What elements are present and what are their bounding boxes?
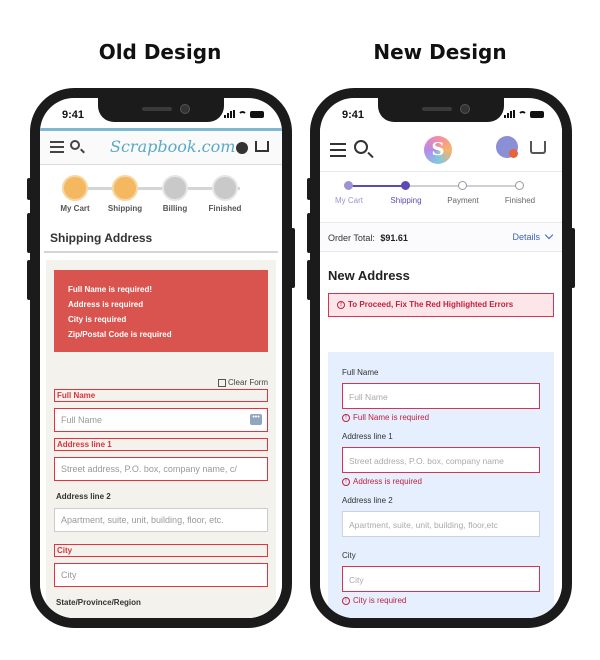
page-title: New Address: [328, 268, 410, 283]
signal-icon: [504, 110, 515, 118]
full-name-input[interactable]: Full Name •••: [54, 408, 268, 432]
old-design-phone: 9:41 Scrapbook.com My Cart Shipping Bill…: [27, 88, 295, 628]
old-design-heading: Old Design: [98, 40, 222, 64]
address-line-2-input[interactable]: Apartment, suite, unit, building, floor,…: [342, 511, 540, 537]
city-error: ! City is required: [342, 596, 540, 605]
order-total-bar: Order Total: $91.61 Details: [320, 222, 562, 252]
order-total-value: $91.61: [380, 233, 408, 243]
autofill-icon[interactable]: •••: [250, 414, 262, 425]
step-finished[interactable]: Finished: [200, 175, 250, 213]
step-shipping[interactable]: Shipping: [100, 175, 150, 213]
checkout-steps: My Cart Shipping Payment Finished: [320, 178, 562, 216]
address-line-1-label: Address line 1: [342, 432, 393, 441]
user-icon[interactable]: [236, 142, 248, 154]
cart-icon: [62, 175, 88, 201]
error-banner: ! To Proceed, Fix The Red Highlighted Err…: [328, 293, 554, 317]
heart-icon: [212, 175, 238, 201]
error-box: Full Name is required! Address is requir…: [54, 270, 268, 352]
status-time: 9:41: [62, 109, 85, 121]
wifi-icon: [238, 111, 247, 118]
step-label-payment[interactable]: Payment: [433, 196, 493, 205]
old-screen: 9:41 Scrapbook.com My Cart Shipping Bill…: [40, 98, 282, 618]
step-label-my-cart[interactable]: My Cart: [320, 196, 379, 205]
order-total-label: Order Total:: [328, 233, 375, 243]
step-billing[interactable]: Billing: [150, 175, 200, 213]
search-icon[interactable]: [70, 140, 80, 150]
details-toggle[interactable]: Details: [512, 230, 554, 242]
city-label: City: [54, 544, 268, 557]
step-dot-payment[interactable]: [458, 181, 467, 190]
checkout-steps: My Cart Shipping Billing Finished: [40, 175, 282, 225]
error-icon: !: [342, 413, 350, 422]
step-dot-my-cart[interactable]: [344, 181, 353, 190]
old-header: Scrapbook.com: [40, 131, 282, 165]
step-dot-finished[interactable]: [515, 181, 524, 190]
checkbox-icon[interactable]: [217, 378, 226, 387]
battery-icon: [530, 111, 544, 118]
error-icon: !: [342, 477, 350, 486]
search-icon[interactable]: [354, 140, 368, 154]
error-icon: !: [337, 300, 345, 309]
cart-icon[interactable]: [530, 141, 546, 154]
battery-icon: [250, 111, 264, 118]
city-input[interactable]: City: [54, 563, 268, 587]
status-time: 9:41: [342, 109, 365, 121]
address-line-1-label: Address line 1: [54, 438, 268, 451]
logo[interactable]: Scrapbook.com: [110, 137, 235, 156]
new-design-phone: 9:41 S My Cart Shipping Payment Finished…: [307, 88, 575, 628]
user-icon[interactable]: [496, 136, 518, 158]
chevron-down-icon: [544, 230, 554, 240]
address-line-2-input[interactable]: Apartment, suite, unit, building, floor,…: [54, 508, 268, 532]
new-screen: 9:41 S My Cart Shipping Payment Finished…: [320, 98, 562, 618]
full-name-error: ! Full Name is required: [342, 413, 540, 422]
new-address-form: Full Name Full Name ! Full Name is requir…: [328, 352, 554, 618]
address-line-1-error: ! Address is required: [342, 477, 540, 486]
menu-icon[interactable]: [330, 143, 346, 161]
new-header: S: [320, 128, 562, 172]
wifi-icon: [518, 111, 527, 118]
clear-form-checkbox[interactable]: Clear Form: [54, 378, 268, 387]
state-label: State/Province/Region: [56, 598, 141, 607]
step-label-shipping[interactable]: Shipping: [376, 196, 436, 205]
logo[interactable]: S: [424, 136, 452, 164]
menu-icon[interactable]: [50, 141, 64, 156]
full-name-label: Full Name: [54, 389, 268, 402]
step-dot-shipping[interactable]: [401, 181, 410, 190]
error-icon: !: [342, 596, 350, 605]
truck-icon: [112, 175, 138, 201]
old-shipping-form: Full Name is required! Address is requir…: [46, 260, 276, 618]
address-line-1-input[interactable]: Street address, P.O. box, company name: [342, 447, 540, 473]
step-label-finished[interactable]: Finished: [490, 196, 550, 205]
page-title: Shipping Address: [44, 225, 278, 253]
full-name-label: Full Name: [342, 368, 379, 377]
address-line-2-label: Address line 2: [342, 496, 393, 505]
card-icon: [162, 175, 188, 201]
cart-icon[interactable]: [255, 141, 269, 152]
city-input[interactable]: City: [342, 566, 540, 592]
address-line-1-input[interactable]: Street address, P.O. box, company name, …: [54, 457, 268, 481]
full-name-input[interactable]: Full Name: [342, 383, 540, 409]
address-line-2-label: Address line 2: [56, 492, 111, 501]
new-design-heading: New Design: [373, 40, 507, 64]
signal-icon: [224, 110, 235, 118]
city-label: City: [342, 551, 356, 560]
step-my-cart[interactable]: My Cart: [50, 175, 100, 213]
